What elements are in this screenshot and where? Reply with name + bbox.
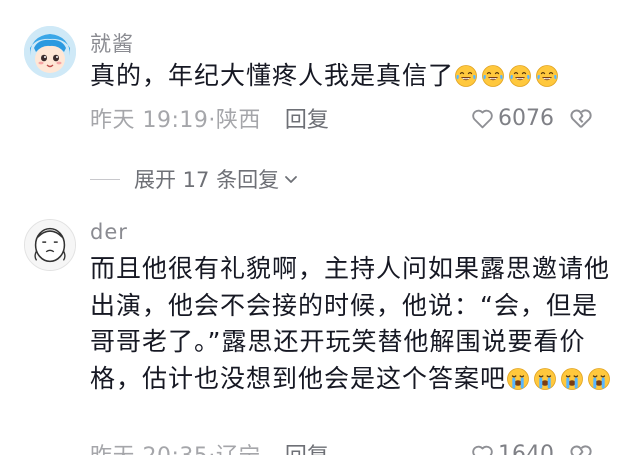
like-count: 1640 bbox=[498, 441, 554, 455]
crying-laughing-emoji bbox=[508, 64, 532, 88]
comment-text: 而且他很有礼貌啊，主持人问如果露思邀请他出演，他会不会接的时候，他说：“会，但是… bbox=[90, 251, 618, 397]
timestamp-location: 昨天 20:35·辽宁 bbox=[90, 438, 261, 455]
comment-meta: 昨天 19:19·陕西 回复 6076 bbox=[90, 103, 620, 133]
loudly-crying-emoji bbox=[506, 367, 530, 391]
crying-laughing-emoji bbox=[454, 64, 478, 88]
loudly-crying-emoji bbox=[587, 367, 611, 391]
username[interactable]: der bbox=[90, 220, 128, 244]
like-count: 6076 bbox=[498, 105, 554, 131]
dislike-button[interactable] bbox=[568, 105, 594, 131]
comment-item: der 而且他很有礼貌啊，主持人问如果露思邀请他出演，他会不会接的时候，他说：“… bbox=[0, 205, 640, 455]
reply-button[interactable]: 回复 bbox=[285, 102, 329, 134]
loudly-crying-emoji bbox=[533, 367, 557, 391]
broken-heart-icon bbox=[570, 109, 592, 128]
username[interactable]: 就酱 bbox=[90, 28, 134, 58]
divider-line bbox=[90, 178, 120, 180]
like-button[interactable]: 6076 bbox=[470, 103, 554, 133]
comment-body: 真的，年纪大懂疼人我是真信了 bbox=[90, 61, 455, 90]
dislike-button[interactable] bbox=[568, 441, 594, 455]
avatar-illustration bbox=[24, 26, 76, 78]
crying-laughing-emoji bbox=[535, 64, 559, 88]
broken-heart-icon bbox=[570, 445, 592, 455]
crying-laughing-emoji bbox=[481, 64, 505, 88]
emoji-row bbox=[454, 61, 562, 90]
chevron-down-icon bbox=[285, 176, 297, 183]
like-button[interactable]: 1640 bbox=[470, 439, 554, 455]
loudly-crying-emoji bbox=[560, 367, 584, 391]
heart-icon bbox=[472, 109, 493, 128]
expand-replies-label: 展开 17 条回复 bbox=[134, 168, 280, 192]
heart-icon bbox=[472, 445, 493, 455]
avatar-illustration bbox=[25, 220, 75, 270]
reply-button[interactable]: 回复 bbox=[285, 438, 329, 455]
emoji-row bbox=[506, 364, 614, 393]
comment-thread: 就酱 真的，年纪大懂疼人我是真信了 昨天 19:19·陕西 回复 6076 展开… bbox=[0, 0, 640, 455]
comment-item: 就酱 真的，年纪大懂疼人我是真信了 昨天 19:19·陕西 回复 6076 展开… bbox=[0, 0, 640, 192]
avatar[interactable] bbox=[24, 26, 76, 78]
timestamp-location: 昨天 19:19·陕西 bbox=[90, 108, 261, 133]
comment-meta: 昨天 20:35·辽宁 回复 1640 bbox=[90, 439, 620, 455]
expand-replies-button[interactable]: 展开 17 条回复 bbox=[90, 162, 299, 196]
comment-text: 真的，年纪大懂疼人我是真信了 bbox=[90, 58, 618, 95]
avatar[interactable] bbox=[24, 219, 76, 271]
